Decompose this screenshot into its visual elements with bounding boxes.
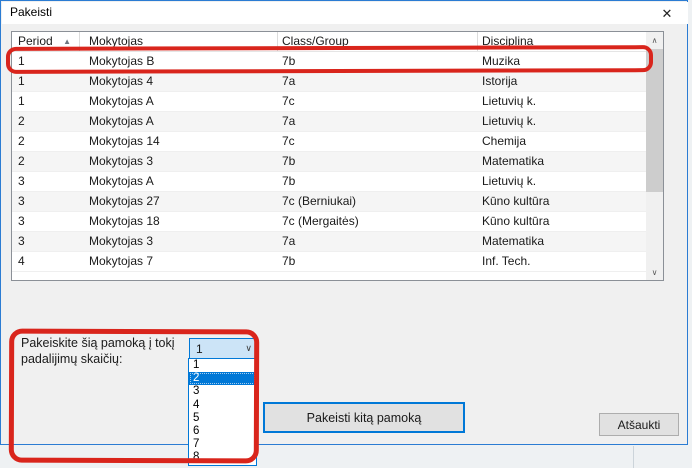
sort-ascending-icon: ▲ [63, 32, 71, 51]
table-row[interactable]: 1 Mokytojas A 7c Lietuvių k. [12, 92, 646, 112]
dialog-titlebar: Pakeisti ✕ [2, 2, 688, 24]
chevron-down-icon: ∨ [245, 343, 252, 354]
dropdown-option[interactable]: 4 [189, 399, 256, 412]
table-row[interactable]: 1 Mokytojas 4 7a Istorija [12, 72, 646, 92]
dropdown-option-highlighted[interactable]: 2 [189, 372, 256, 385]
lessons-table: Period ▲ Mokytojas Class/Group Disciplin… [11, 31, 664, 281]
table-row[interactable]: 2 Mokytojas 3 7b Matematika [12, 152, 646, 172]
close-icon: ✕ [662, 7, 673, 20]
column-header-class-group[interactable]: Class/Group [278, 32, 478, 51]
dropdown-option[interactable]: 6 [189, 425, 256, 438]
dropdown-option[interactable]: 1 [189, 359, 256, 372]
table-row[interactable]: 3 Mokytojas 27 7c (Berniukai) Kūno kultū… [12, 192, 646, 212]
background-divider [633, 446, 634, 468]
table-row[interactable]: 3 Mokytojas A 7b Lietuvių k. [12, 172, 646, 192]
change-other-lesson-button[interactable]: Pakeisti kitą pamoką [263, 402, 465, 433]
combobox-value: 1 [190, 342, 203, 356]
pakeisti-dialog: Pakeisti ✕ Period ▲ Mokytojas Class/Grou… [0, 0, 688, 445]
scroll-up-icon[interactable]: ∧ [646, 32, 663, 48]
column-header-disciplina[interactable]: Disciplina [478, 32, 646, 51]
dropdown-option[interactable]: 8 [189, 451, 256, 464]
dropdown-option[interactable]: 5 [189, 412, 256, 425]
combobox-dropdown-list: 1 2 3 4 5 6 7 8 [188, 358, 257, 466]
cancel-button[interactable]: Atšaukti [599, 413, 679, 436]
table-row[interactable]: 1 Mokytojas B 7b Muzika [12, 52, 646, 72]
table-body: 1 Mokytojas B 7b Muzika 1 Mokytojas 4 7a… [12, 52, 646, 272]
dropdown-option[interactable]: 7 [189, 438, 256, 451]
close-button[interactable]: ✕ [650, 2, 684, 24]
table-row[interactable]: 4 Mokytojas 7 7b Inf. Tech. [12, 252, 646, 272]
split-count-label: Pakeiskite šią pamoką į tokį padalijimų … [21, 335, 175, 367]
split-count-combobox[interactable]: 1 ∨ [189, 338, 258, 359]
scrollbar-thumb[interactable] [646, 49, 663, 192]
table-header-row: Period ▲ Mokytojas Class/Group Disciplin… [12, 32, 663, 52]
table-row[interactable]: 2 Mokytojas 14 7c Chemija [12, 132, 646, 152]
vertical-scrollbar[interactable]: ∧ ∨ [646, 32, 663, 280]
column-header-mokytojas[interactable]: Mokytojas [80, 32, 278, 51]
scroll-down-icon[interactable]: ∨ [646, 264, 663, 280]
table-row[interactable]: 3 Mokytojas 3 7a Matematika [12, 232, 646, 252]
dialog-title: Pakeisti [10, 5, 52, 19]
dropdown-option[interactable]: 3 [189, 385, 256, 398]
table-row[interactable]: 2 Mokytojas A 7a Lietuvių k. [12, 112, 646, 132]
column-header-period[interactable]: Period ▲ [12, 32, 80, 51]
screen: Pakeisti ✕ Period ▲ Mokytojas Class/Grou… [0, 0, 692, 468]
table-row[interactable]: 3 Mokytojas 18 7c (Mergaitės) Kūno kultū… [12, 212, 646, 232]
